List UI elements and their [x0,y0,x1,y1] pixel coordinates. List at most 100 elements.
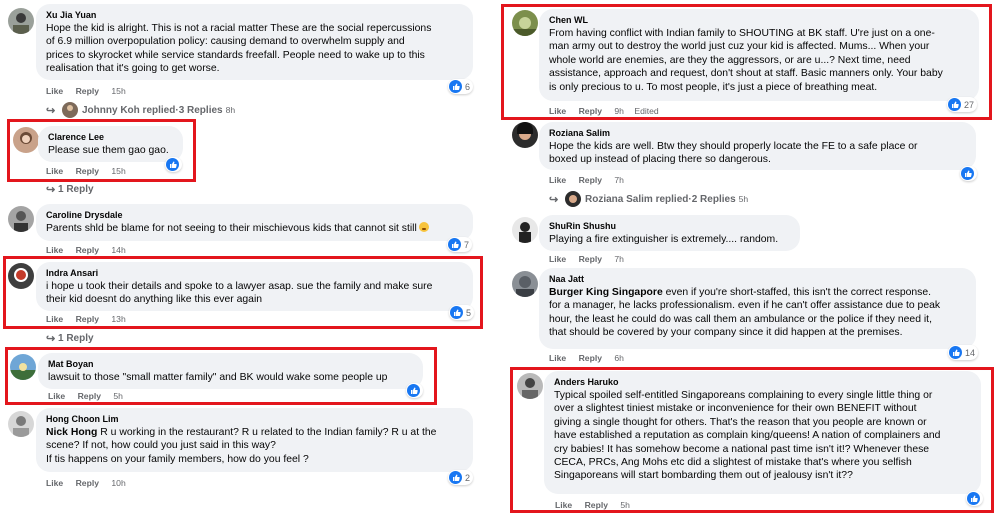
like-icon [166,158,179,171]
comment-author[interactable]: Naa Jatt [549,273,966,286]
comment-author[interactable]: Hong Choon Lim [46,413,463,426]
comment-text: Hope the kids are well. Btw they should … [549,141,918,152]
comment-bubble: Mat Boyan lawsuit to those "small matter… [38,353,423,389]
like-button[interactable]: Like [549,254,566,264]
avatar[interactable] [8,206,34,232]
avatar[interactable] [512,10,538,36]
reaction-count[interactable]: 2 [448,470,474,485]
reply-arrow-icon: ↪ [46,104,56,117]
reply-button[interactable]: Reply [76,314,99,324]
comment-text: over a slightest tiniest mistake or inco… [554,403,917,415]
like-button[interactable]: Like [549,106,566,116]
comment-author[interactable]: Mat Boyan [48,358,413,371]
comment-actions: Like Reply 13h [46,314,134,324]
reply-button[interactable]: Reply [579,353,602,363]
comment-text: lawsuit to those "small matter family" a… [48,372,388,383]
comment-author[interactable]: Roziana Salim [549,127,966,140]
reaction-count[interactable] [960,166,977,181]
comment-text: hour, the least he could do was call the… [549,313,932,325]
comment-timestamp[interactable]: 7h [614,254,624,264]
avatar[interactable] [10,354,36,380]
edited-label[interactable]: Edited [634,106,658,116]
comment-bubble: Indra Ansari i hope u took their details… [36,262,473,311]
avatar[interactable] [512,217,538,243]
comment-author[interactable]: Indra Ansari [46,267,463,280]
comment-timestamp[interactable]: 10h [111,478,125,488]
comment-text: prices to skyrocket while service standa… [46,49,425,61]
like-button[interactable]: Like [48,391,65,401]
comment-timestamp[interactable]: 7h [614,175,624,185]
like-button[interactable]: Like [46,86,63,96]
comment-author[interactable]: Clarence Lee [48,131,173,144]
reaction-count[interactable]: 27 [947,97,978,112]
reply-button[interactable]: Reply [579,254,602,264]
avatar[interactable] [512,122,538,148]
like-button[interactable]: Like [549,353,566,363]
comment-text: for a manager, he lacks professionalism.… [549,300,941,312]
view-replies[interactable]: ↪ 1 Reply [46,183,94,196]
avatar[interactable] [8,8,34,34]
comment-author[interactable]: Chen WL [549,14,969,27]
comment-timestamp[interactable]: 6h [614,353,624,363]
comment-author[interactable]: Xu Jia Yuan [46,9,463,22]
reply-button[interactable]: Reply [76,478,99,488]
reaction-count[interactable] [406,383,423,398]
mention-link[interactable]: Burger King Singapore [549,287,663,298]
avatar[interactable] [13,127,39,153]
reply-button[interactable]: Reply [76,86,99,96]
reply-button[interactable]: Reply [76,245,99,255]
view-replies[interactable]: ↪ 1 Reply [46,332,94,345]
reply-button[interactable]: Reply [579,106,602,116]
comment-text: boxed up instead of placing there so dan… [549,154,771,166]
comment-text: scene? If not, how could you just said i… [46,440,276,452]
comment-timestamp[interactable]: 15h [111,86,125,96]
reply-button[interactable]: Reply [585,500,608,510]
view-replies[interactable]: ↪ Roziana Salim replied · 2 Replies 5h [549,191,748,207]
comment-actions: Like Reply 6h [549,353,632,363]
mention-link[interactable]: Nick Hong [46,427,97,438]
like-button[interactable]: Like [549,175,566,185]
comment-actions: Like Reply 5h [48,391,131,401]
reply-button[interactable]: Reply [76,166,99,176]
reply-button[interactable]: Reply [579,175,602,185]
like-icon [450,306,463,319]
avatar[interactable] [517,373,543,399]
avatar[interactable] [512,271,538,297]
reaction-count[interactable]: 7 [447,237,473,252]
comment-author[interactable]: Caroline Drysdale [46,209,463,222]
like-button[interactable]: Like [555,500,572,510]
comment-text: giving a single thought for others. That… [554,416,927,428]
reaction-count[interactable] [966,491,983,506]
reply-button[interactable]: Reply [78,391,101,401]
comment-timestamp[interactable]: 15h [111,166,125,176]
reaction-count[interactable]: 14 [948,345,979,360]
like-icon [407,384,420,397]
comment-timestamp[interactable]: 9h [614,106,624,116]
reaction-count[interactable]: 5 [449,305,475,320]
comment-bubble: Caroline Drysdale Parents shld be blame … [36,204,473,241]
view-replies[interactable]: ↪ Johnny Koh replied · 3 Replies 8h [46,102,235,118]
comment-bubble: Clarence Lee Please sue them gao gao. [38,126,183,162]
comment-text: Please sue them gao gao. [48,145,169,156]
comment-text: Hope the kid is alright. This is not a r… [46,23,432,34]
like-button[interactable]: Like [46,478,63,488]
avatar[interactable] [8,411,34,437]
comment-bubble: Anders Haruko Typical spoiled self-entit… [544,371,981,494]
avatar[interactable] [8,263,34,289]
like-button[interactable]: Like [46,245,63,255]
comment-timestamp[interactable]: 5h [113,391,123,401]
reaction-count[interactable] [165,157,182,172]
comment-text: whole world are enemies, are they the ag… [549,54,911,66]
comment-text: Parents shld be blame for not seeing to … [46,222,463,235]
like-button[interactable]: Like [46,314,63,324]
comment-text: cry babies! It has somehow become a nati… [554,443,930,455]
comment-timestamp[interactable]: 5h [620,500,630,510]
comment-text: Typical spoiled self-entitled Singaporea… [554,390,933,401]
comment-timestamp[interactable]: 14h [111,245,125,255]
comment-actions: Like Reply 15h [46,86,134,96]
comment-timestamp[interactable]: 13h [111,314,125,324]
comment-author[interactable]: ShuRin Shushu [549,220,790,233]
reaction-count[interactable]: 6 [448,79,474,94]
comment-author[interactable]: Anders Haruko [554,376,971,389]
like-button[interactable]: Like [46,166,63,176]
